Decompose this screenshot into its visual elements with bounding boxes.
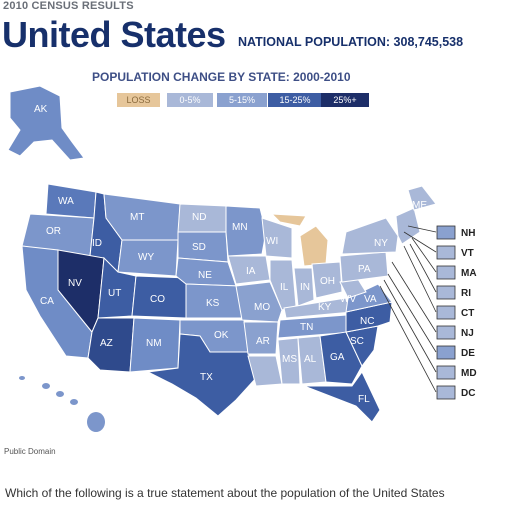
abbr-or: OR: [46, 226, 61, 237]
state-ny[interactable]: [341, 217, 399, 255]
box-ma: [436, 265, 456, 280]
box-nh: [436, 225, 456, 240]
label-md: MD: [461, 368, 477, 379]
box-de: [436, 345, 456, 360]
abbr-ak: AK: [34, 104, 48, 115]
abbr-ne: NE: [198, 270, 212, 281]
state-ak[interactable]: [7, 85, 85, 161]
abbr-ca: CA: [40, 296, 54, 307]
abbr-nc: NC: [360, 316, 374, 327]
label-nj: NJ: [461, 328, 474, 339]
abbr-pa: PA: [358, 264, 371, 275]
abbr-ga: GA: [330, 352, 345, 363]
abbr-id: ID: [92, 238, 102, 249]
box-ct: [436, 305, 456, 320]
box-nj: [436, 325, 456, 340]
abbr-ar: AR: [256, 336, 270, 347]
box-md: [436, 365, 456, 380]
abbr-wi: WI: [266, 236, 278, 247]
abbr-mn: MN: [232, 222, 248, 233]
abbr-ks: KS: [206, 298, 220, 309]
state-mi[interactable]: [299, 225, 329, 267]
abbr-ut: UT: [108, 288, 121, 299]
box-dc: [436, 385, 456, 400]
us-population-map: NH VT MA RI CT NJ DE MD DC AK WA OR CA I…: [7, 85, 477, 432]
abbr-ia: IA: [246, 266, 256, 277]
abbr-il: IL: [280, 282, 289, 293]
abbr-nd: ND: [192, 212, 206, 223]
abbr-az: AZ: [100, 338, 113, 349]
abbr-ok: OK: [214, 330, 229, 341]
question-text: Which of the following is a true stateme…: [5, 486, 445, 500]
abbr-wv: WV: [340, 294, 356, 305]
abbr-co: CO: [150, 294, 165, 305]
label-dc: DC: [461, 388, 475, 399]
abbr-mt: MT: [130, 212, 144, 223]
box-vt: [436, 245, 456, 260]
abbr-in: IN: [300, 282, 310, 293]
state-hi[interactable]: [19, 376, 105, 432]
abbr-sd: SD: [192, 242, 206, 253]
abbr-me: ME: [412, 200, 427, 211]
abbr-ky: KY: [318, 302, 332, 313]
abbr-wy: WY: [138, 252, 154, 263]
abbr-tn: TN: [300, 322, 313, 333]
label-ct: CT: [461, 308, 474, 319]
label-nh: NH: [461, 228, 475, 239]
abbr-sc: SC: [350, 336, 364, 347]
label-de: DE: [461, 348, 475, 359]
abbr-oh: OH: [320, 276, 335, 287]
label-ma: MA: [461, 268, 477, 279]
box-ri: [436, 285, 456, 300]
abbr-mo: MO: [254, 302, 270, 313]
public-domain-credit: Public Domain: [4, 447, 56, 456]
abbr-nv: NV: [68, 278, 82, 289]
abbr-tx: TX: [200, 372, 213, 383]
label-ri: RI: [461, 288, 471, 299]
abbr-wa: WA: [58, 196, 74, 207]
abbr-va: VA: [364, 294, 377, 305]
abbr-ms: MS: [282, 354, 297, 365]
abbr-ny: NY: [374, 238, 388, 249]
label-vt: VT: [461, 248, 474, 259]
abbr-fl: FL: [358, 394, 370, 405]
abbr-al: AL: [304, 354, 317, 365]
abbr-nm: NM: [146, 338, 162, 349]
